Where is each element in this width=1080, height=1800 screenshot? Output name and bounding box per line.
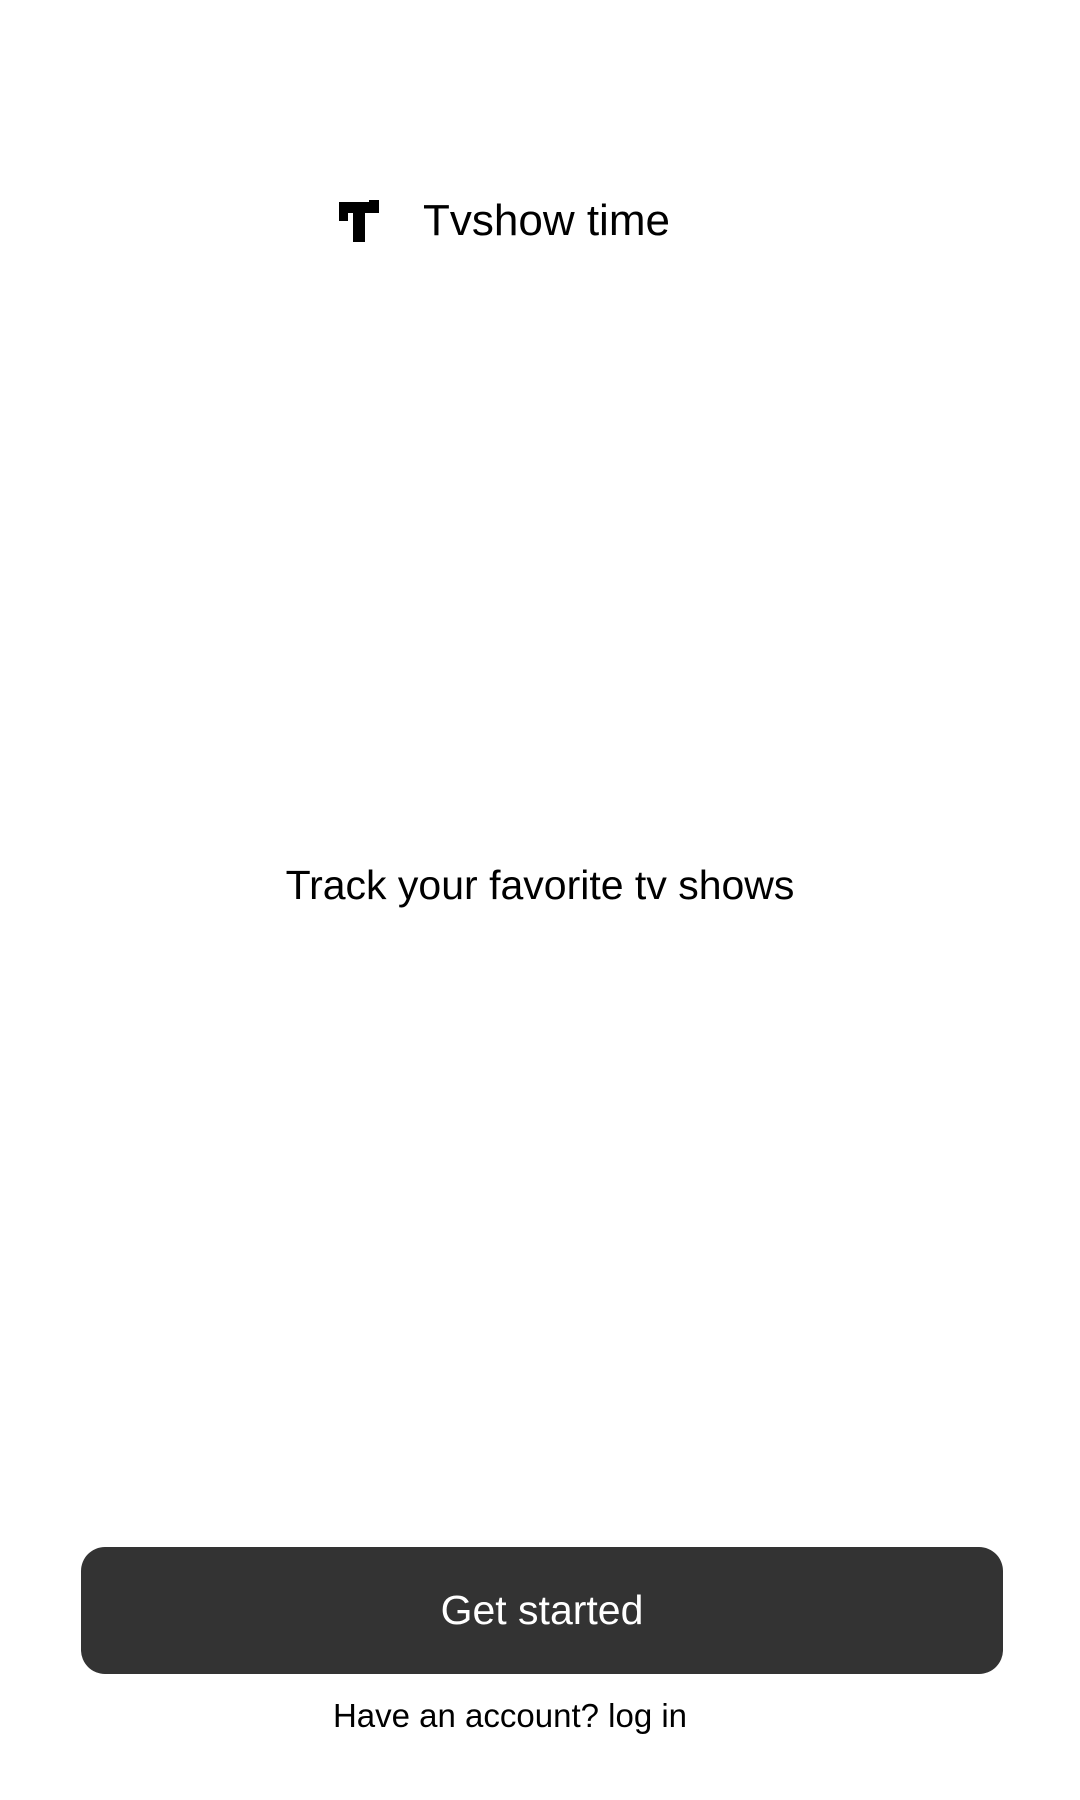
app-header: Tvshow time [339,196,670,246]
app-name: Tvshow time [423,196,670,245]
login-link[interactable]: Have an account? log in [0,1696,1020,1736]
onboarding-screen: Tvshow time Track your favorite tv shows… [0,0,1080,1800]
get-started-button[interactable]: Get started [81,1547,1003,1674]
tv-t-logo-icon [339,200,379,242]
tagline: Track your favorite tv shows [285,862,795,908]
